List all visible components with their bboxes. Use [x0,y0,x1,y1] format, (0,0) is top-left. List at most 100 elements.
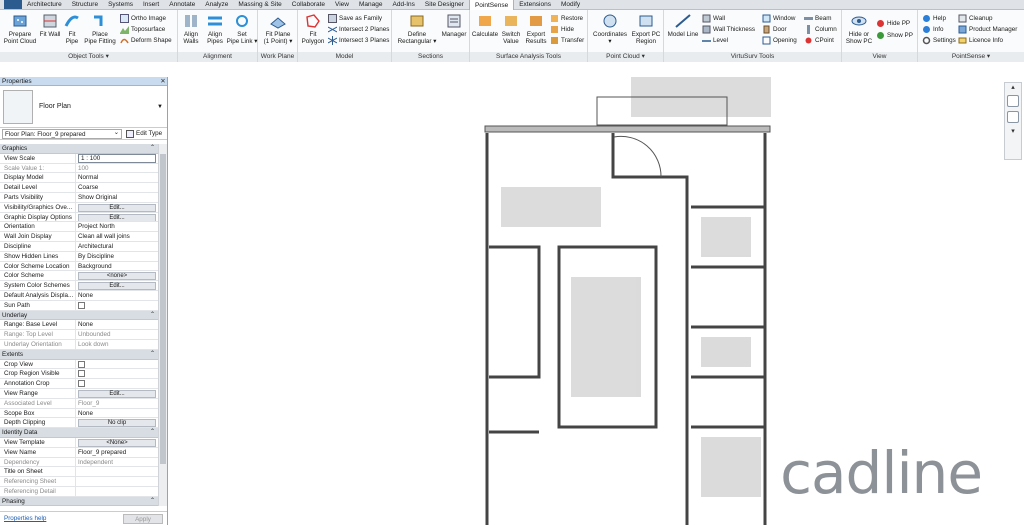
property-value[interactable]: Edit... [76,281,158,290]
group-identity-data[interactable]: Identity Data [0,428,158,438]
type-selector[interactable]: Floor Plan ▼ [0,86,167,128]
property-edit-button[interactable]: Edit... [78,282,156,290]
panel-title-pointsense[interactable]: PointSense ▾ [918,52,1024,62]
close-icon[interactable]: ✕ [159,77,167,85]
group-phasing[interactable]: Phasing [0,496,158,506]
tab-add-ins[interactable]: Add-Ins [388,0,420,9]
section-manager-button[interactable]: Manager [440,12,468,38]
property-value[interactable]: Edit... [76,213,158,222]
align-walls-button[interactable]: Align Walls [180,12,202,45]
property-value[interactable]: Edit... [76,203,158,212]
chevron-down-icon[interactable]: ▼ [157,104,163,110]
vs-level-button[interactable]: Level [702,35,728,46]
property-edit-button[interactable]: <None> [78,438,156,447]
drawing-canvas[interactable]: cadline [171,77,1024,525]
hide-pp-button[interactable]: Hide PP [876,18,910,29]
property-value[interactable]: None [76,291,158,300]
property-value[interactable] [76,301,158,310]
apply-button[interactable]: Apply [123,513,163,524]
ortho-image-button[interactable]: Ortho Image [120,13,166,24]
restore-button[interactable]: Restore [550,13,583,24]
steering-wheel-icon[interactable] [1007,95,1019,107]
property-value[interactable]: No clip [76,418,158,428]
tab-annotate[interactable]: Annotate [164,0,200,9]
vs-door-button[interactable]: Door [762,24,787,35]
calculate-button[interactable]: Calculate [472,12,498,38]
property-value[interactable]: <None> [76,438,158,447]
property-edit-button[interactable]: Edit... [78,203,156,212]
property-edit-button[interactable]: Edit... [78,213,156,222]
edit-type-button[interactable]: Edit Type [126,129,162,138]
help-button[interactable]: Help [922,13,946,24]
tab-manage[interactable]: Manage [354,0,388,9]
tab-systems[interactable]: Systems [103,0,138,9]
property-value[interactable]: Normal [76,173,158,182]
property-value[interactable]: Background [76,262,158,271]
export-results-button[interactable]: Export Results [524,12,548,45]
view-scale-input[interactable]: 1 : 100 [78,153,156,163]
cleanup-button[interactable]: Cleanup [958,13,992,24]
tab-modify[interactable]: Modify [556,0,585,9]
vs-wall-button[interactable]: Wall [702,13,725,24]
define-rectangular-button[interactable]: Define Rectangular ▾ [396,12,438,45]
place-pipe-fitting-button[interactable]: Place Pipe Fitting [82,12,118,45]
properties-title-bar[interactable]: Properties ✕ [0,77,167,86]
tab-site-designer[interactable]: Site Designer [420,0,469,9]
property-checkbox[interactable] [78,380,85,388]
group-extents[interactable]: Extents [0,349,158,360]
property-value[interactable] [76,369,158,378]
export-pc-region-button[interactable]: Export PC Region [630,12,662,45]
align-pipes-button[interactable]: Align Pipes [204,12,226,45]
intersect-3-planes-button[interactable]: Intersect 3 Planes [328,35,389,46]
hide-show-pc-button[interactable]: Hide or Show PC [844,12,874,45]
settings-button[interactable]: Settings [922,35,956,46]
property-value[interactable]: Floor_9 prepared [76,448,158,457]
property-edit-button[interactable]: Edit... [78,389,156,398]
vs-column-button[interactable]: Column [804,24,837,35]
property-value[interactable]: 1 : 100 [76,153,158,163]
tab-insert[interactable]: Insert [138,0,164,9]
property-value[interactable]: Architectural [76,242,158,251]
model-line-button[interactable]: Model Line [666,12,700,38]
group-underlay[interactable]: Underlay [0,310,158,321]
fit-polygon-button[interactable]: Fit Polygon [300,12,326,45]
property-value[interactable]: None [76,409,158,418]
property-value[interactable]: By Discipline [76,252,158,261]
properties-help-link[interactable]: Properties help [4,515,46,522]
property-checkbox[interactable] [78,370,85,378]
property-value[interactable]: <none> [76,271,158,281]
property-checkbox[interactable] [78,360,85,368]
panel-title-object-tools[interactable]: Object Tools ▾ [0,52,177,62]
tab-massing-site[interactable]: Massing & Site [233,0,286,9]
property-value[interactable]: Show Original [76,193,158,202]
vs-window-button[interactable]: Window [762,13,795,24]
fit-wall-button[interactable]: Fit Wall [38,12,62,38]
coordinates-button[interactable]: Coordinates ▾ [590,12,630,45]
navbar-menu-icon[interactable]: ▾ [1005,127,1021,135]
property-value[interactable] [76,467,158,476]
hide-button[interactable]: Hide [550,24,574,35]
scrollbar-thumb[interactable] [160,154,166,464]
licence-info-button[interactable]: Licence Info [958,35,1003,46]
property-value[interactable]: Edit... [76,389,158,398]
group-graphics[interactable]: Graphics [0,144,158,154]
property-value[interactable] [76,379,158,388]
switch-value-button[interactable]: Switch Value [500,12,522,45]
product-manager-button[interactable]: Product Manager [958,24,1017,35]
panel-title-point-cloud[interactable]: Point Cloud ▾ [588,52,663,62]
properties-scrollbar[interactable] [158,144,167,506]
vs-beam-button[interactable]: Beam [804,13,831,24]
property-value[interactable]: Clean all wall joins [76,232,158,241]
vs-wall-thickness-button[interactable]: Wall Thickness [702,24,755,35]
application-menu-button[interactable] [4,0,22,9]
property-edit-button[interactable]: <none> [78,272,156,281]
property-value[interactable]: Project North [76,222,158,231]
save-as-family-button[interactable]: Save as Family [328,13,382,24]
tab-structure[interactable]: Structure [67,0,103,9]
property-checkbox[interactable] [78,301,85,309]
show-pp-button[interactable]: Show PP [876,30,913,41]
property-value[interactable]: None [76,320,158,329]
property-edit-button[interactable]: No clip [78,419,156,428]
tab-pointsense[interactable]: PointSense [468,0,515,10]
info-button[interactable]: Info [922,24,944,35]
